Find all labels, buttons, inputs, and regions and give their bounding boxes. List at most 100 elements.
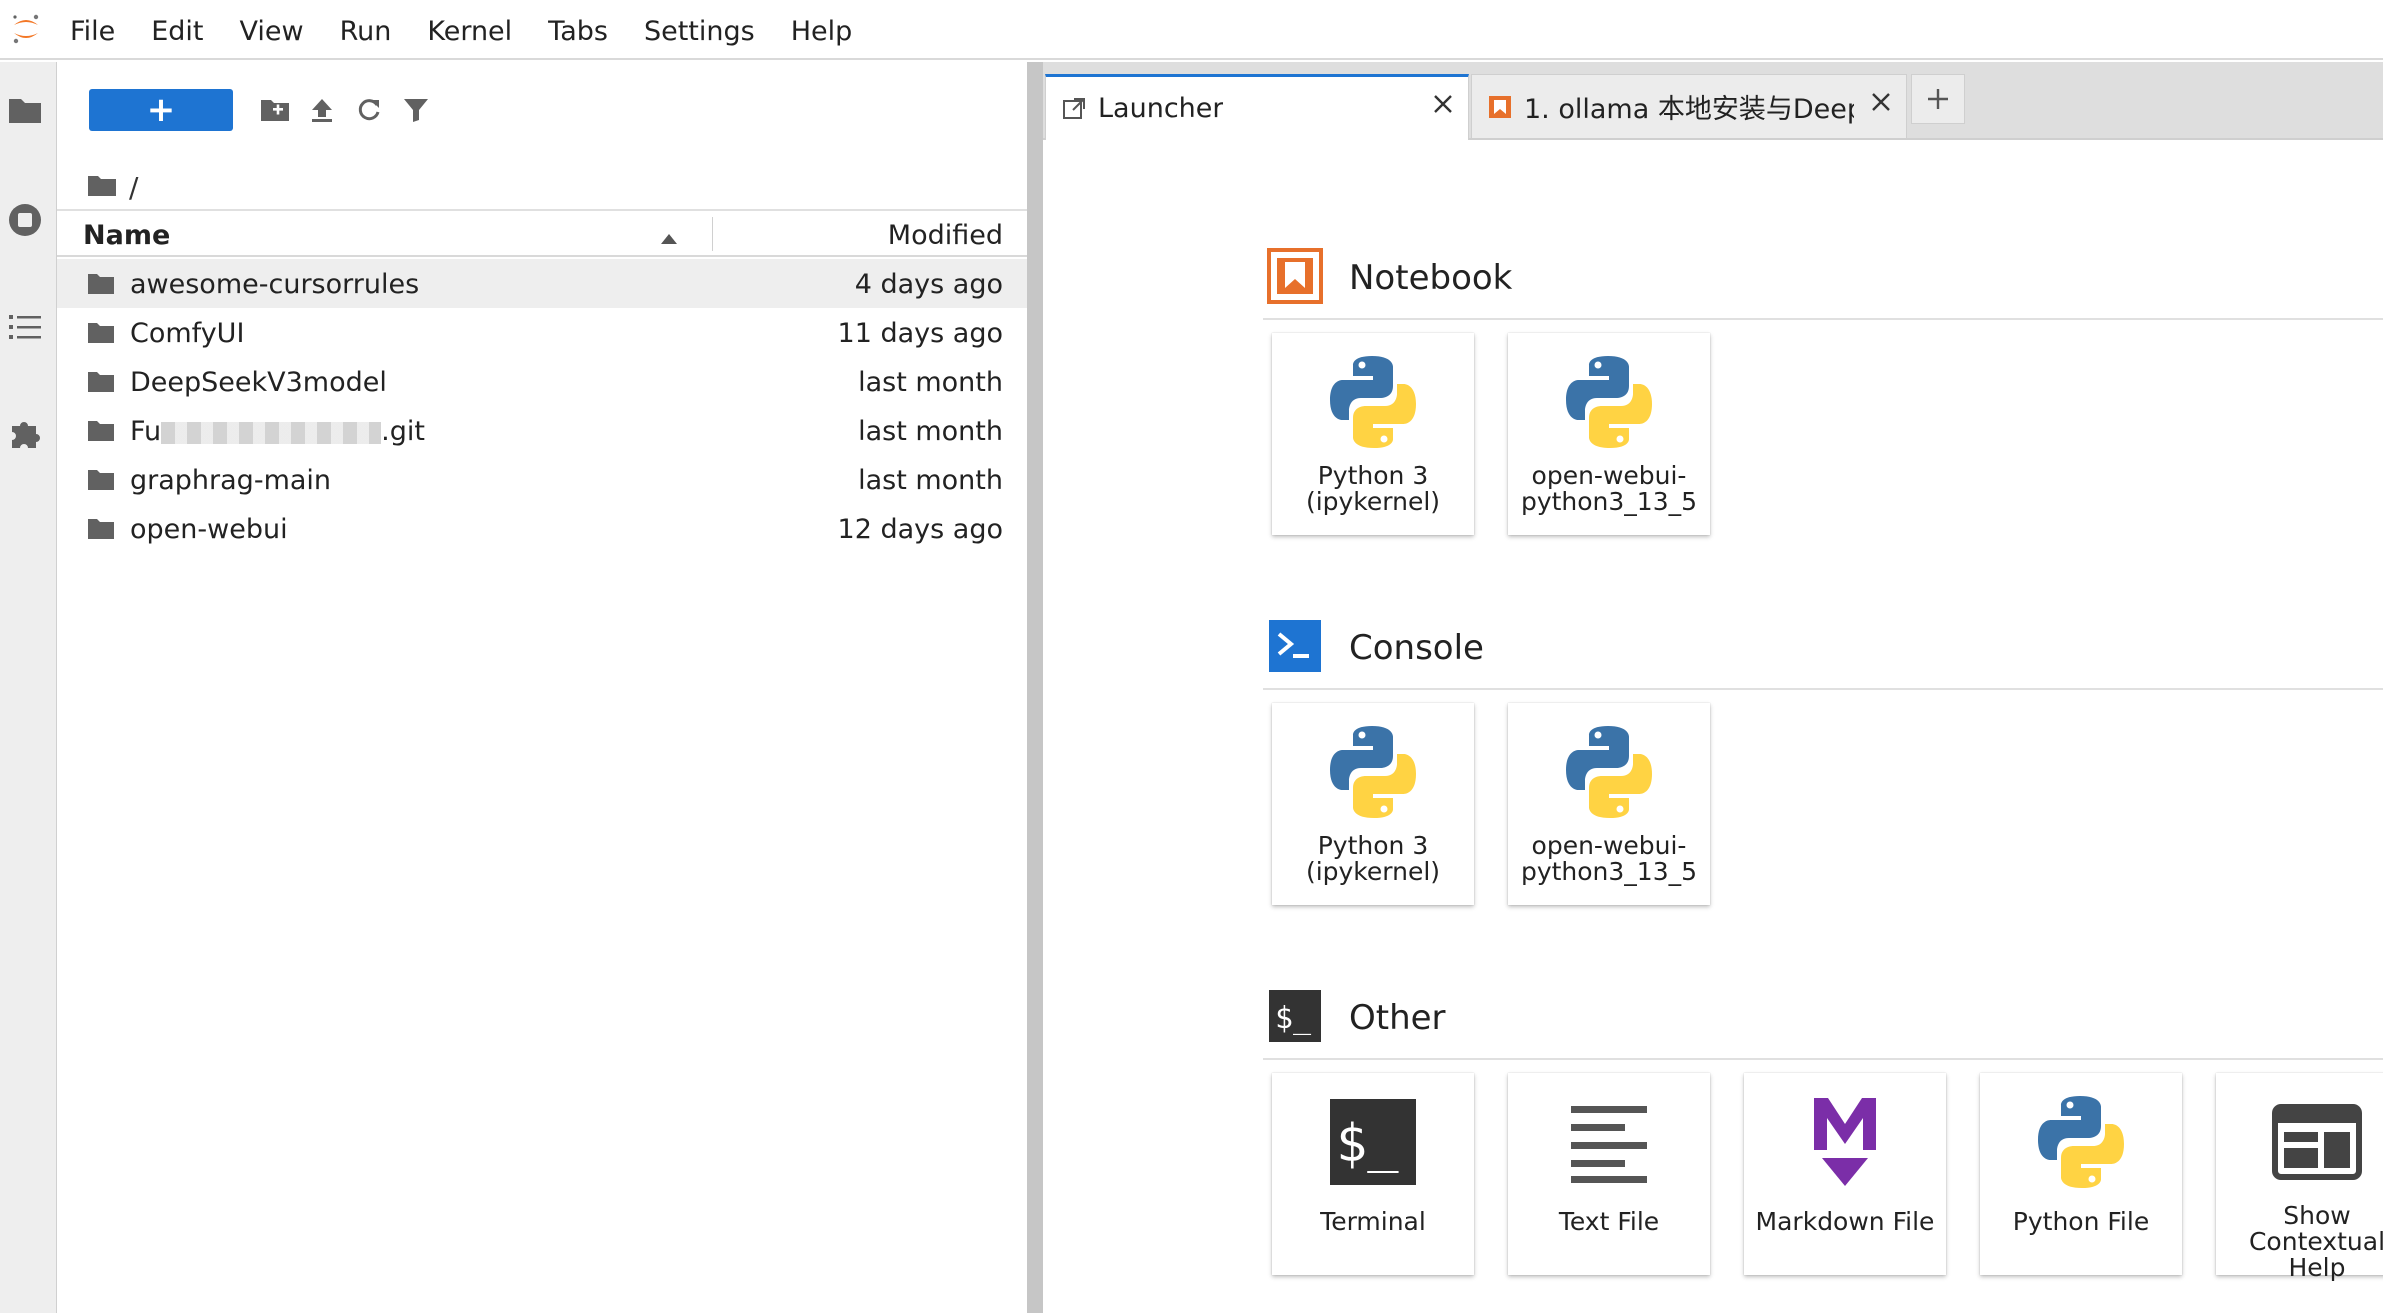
breadcrumb: /: [87, 157, 138, 217]
console-section-icon: [1267, 618, 1323, 678]
file-name[interactable]: ComfyUI: [130, 308, 244, 357]
column-header-name[interactable]: Name: [83, 211, 170, 257]
close-tab-icon[interactable]: [1870, 91, 1892, 117]
panel-splitter[interactable]: [1027, 62, 1043, 1313]
add-tab-button[interactable]: [1911, 74, 1965, 124]
card-label: Markdown File: [1755, 1207, 1935, 1236]
file-name-prefix: Fu: [130, 416, 162, 447]
card-label: Show Contextual Help: [2248, 1201, 2383, 1282]
file-modified: last month: [858, 465, 1003, 496]
menu-edit[interactable]: Edit: [133, 0, 221, 59]
launcher-tab-icon: [1062, 97, 1086, 121]
extensions-puzzle-icon[interactable]: [0, 398, 50, 468]
text-file-icon: [1508, 1087, 1710, 1197]
file-list: awesome-cursorrules 4 days ago ComfyUI 1…: [57, 259, 1027, 553]
file-row[interactable]: graphrag-main last month: [57, 455, 1027, 504]
file-name[interactable]: DeepSeekV3model: [130, 357, 387, 406]
plus-icon: [1928, 89, 1948, 109]
file-browser-toolbar: +: [57, 62, 1027, 157]
notebook-tab-icon: [1488, 95, 1512, 119]
file-name-redacted[interactable]: Fu .git: [130, 406, 425, 455]
menu-kernel[interactable]: Kernel: [409, 0, 530, 59]
file-name[interactable]: open-webui: [130, 504, 288, 553]
file-name[interactable]: graphrag-main: [130, 455, 331, 504]
notebook-card-python3[interactable]: Python 3 (ipykernel): [1272, 333, 1474, 535]
file-row[interactable]: awesome-cursorrules 4 days ago: [57, 259, 1027, 308]
new-folder-icon[interactable]: [253, 88, 297, 132]
console-section-header: Console: [1267, 617, 1484, 679]
main-dock-area: Launcher 1. ollama 本地安装与DeepS Notebook P…: [1043, 62, 2383, 1313]
menu-help[interactable]: Help: [773, 0, 871, 59]
filter-icon[interactable]: [394, 88, 438, 132]
section-divider: [1263, 1058, 2383, 1060]
folder-icon: [87, 322, 115, 348]
terminal-card[interactable]: $_ Terminal: [1272, 1073, 1474, 1275]
card-label: open-webui-python3_13_5: [1520, 831, 1698, 886]
menu-run[interactable]: Run: [322, 0, 410, 59]
menu-view[interactable]: View: [221, 0, 321, 59]
contextual-help-card[interactable]: Show Contextual Help: [2216, 1073, 2383, 1281]
tab-bar: Launcher 1. ollama 本地安装与DeepS: [1043, 62, 2383, 140]
python-logo-icon: [1980, 1087, 2182, 1197]
console-card-open-webui[interactable]: open-webui-python3_13_5: [1508, 703, 1710, 905]
folder-icon: [87, 273, 115, 299]
running-sessions-icon[interactable]: [0, 185, 50, 255]
launcher-panel: Notebook Python 3 (ipykernel) open-webui-…: [1043, 140, 2383, 1313]
tab-label: 1. ollama 本地安装与DeepS: [1524, 94, 1854, 125]
refresh-icon[interactable]: [347, 88, 391, 132]
file-row[interactable]: open-webui 12 days ago: [57, 504, 1027, 553]
other-section-header: $_ Other: [1267, 987, 1446, 1049]
file-row[interactable]: Fu .git last month: [57, 406, 1027, 455]
file-browser-icon[interactable]: [0, 75, 50, 145]
card-label: Text File: [1558, 1207, 1660, 1236]
section-divider: [1263, 688, 2383, 690]
table-of-contents-icon[interactable]: [0, 292, 50, 362]
markdown-file-card[interactable]: Markdown File: [1744, 1073, 1946, 1275]
upload-icon[interactable]: [300, 88, 344, 132]
menu-tabs[interactable]: Tabs: [530, 0, 626, 59]
column-divider[interactable]: [712, 217, 713, 251]
file-modified: last month: [858, 416, 1003, 447]
breadcrumb-home-folder-icon[interactable]: [87, 171, 117, 204]
python-logo-icon: [1508, 717, 1710, 827]
column-header-modified[interactable]: Modified: [888, 211, 1003, 257]
contextual-help-icon: [2216, 1087, 2383, 1197]
section-title: Other: [1349, 998, 1446, 1038]
tab-notebook[interactable]: 1. ollama 本地安装与DeepS: [1471, 74, 1907, 138]
new-launcher-button[interactable]: +: [89, 89, 233, 131]
menu-file[interactable]: File: [52, 0, 133, 59]
folder-icon: [87, 469, 115, 495]
file-modified: last month: [858, 367, 1003, 398]
redacted-blur: [161, 421, 382, 444]
sort-ascending-icon[interactable]: [661, 229, 677, 248]
file-browser-panel: + / Name Modified awesome-cursorrules 4 …: [57, 62, 1027, 1313]
text-file-card[interactable]: Text File: [1508, 1073, 1710, 1275]
markdown-icon: [1744, 1087, 1946, 1197]
svg-text:$_: $_: [1275, 1001, 1312, 1036]
file-listing-header: Name Modified: [57, 209, 1027, 257]
tab-label: Launcher: [1098, 93, 1224, 124]
close-tab-icon[interactable]: [1432, 93, 1454, 119]
jupyter-logo-icon[interactable]: [0, 0, 52, 59]
card-label: Terminal: [1320, 1207, 1426, 1236]
file-modified: 12 days ago: [837, 514, 1003, 545]
python-file-card[interactable]: Python File: [1980, 1073, 2182, 1275]
breadcrumb-path[interactable]: /: [129, 171, 138, 204]
notebook-section-header: Notebook: [1267, 247, 1512, 309]
file-row[interactable]: ComfyUI 11 days ago: [57, 308, 1027, 357]
folder-icon: [87, 371, 115, 397]
left-activity-bar: [0, 62, 57, 1313]
console-card-python3[interactable]: Python 3 (ipykernel): [1272, 703, 1474, 905]
file-name-suffix: .git: [381, 416, 425, 447]
file-row[interactable]: DeepSeekV3model last month: [57, 357, 1027, 406]
svg-text:$_: $_: [1336, 1114, 1399, 1174]
notebook-section-icon: [1267, 248, 1323, 308]
card-label: Python File: [2012, 1207, 2150, 1236]
file-name[interactable]: awesome-cursorrules: [130, 259, 419, 308]
tab-launcher[interactable]: Launcher: [1045, 74, 1469, 140]
python-logo-icon: [1508, 347, 1710, 457]
section-title: Console: [1349, 628, 1484, 668]
notebook-card-open-webui[interactable]: open-webui-python3_13_5: [1508, 333, 1710, 535]
menu-settings[interactable]: Settings: [626, 0, 773, 59]
folder-icon: [87, 420, 115, 446]
